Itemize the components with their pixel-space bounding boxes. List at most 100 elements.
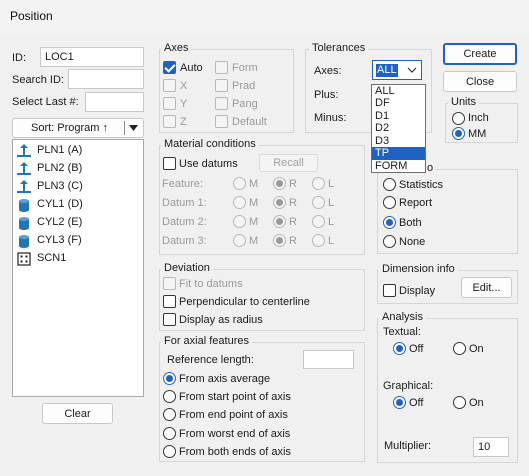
inch-label: Inch [468,112,489,124]
m-label: M [249,178,259,190]
datum2-m-radio[interactable] [233,215,246,228]
worst-end-radio[interactable] [163,427,176,440]
l-label: L [328,235,335,247]
end-point-label: From end point of axis [179,409,288,421]
datum3-r-radio[interactable] [273,234,286,247]
both-label: Both [399,217,422,229]
none-radio[interactable] [383,235,396,248]
prad-label: Prad [232,80,256,92]
datum3-l-radio[interactable] [312,234,325,247]
mm-radio[interactable] [452,127,465,140]
plane-icon [17,144,31,157]
display-radius-label: Display as radius [179,314,263,326]
multiplier-label: Multiplier: [384,440,432,452]
graphical-label: Graphical: [383,380,434,392]
y-checkbox[interactable] [163,97,176,110]
axes-group-title: Axes [161,42,192,55]
datum2-r-radio[interactable] [273,215,286,228]
perpendicular-checkbox[interactable] [163,295,176,308]
textual-off-radio[interactable] [393,342,406,355]
start-point-label: From start point of axis [179,391,291,403]
textual-label: Textual: [383,326,421,338]
sort-divider [124,121,125,135]
multiplier-field[interactable]: 10 [473,437,509,457]
end-point-radio[interactable] [163,408,176,421]
recall-button[interactable]: Recall [259,154,318,172]
l-label: L [328,197,335,209]
deviation-group-title: Deviation [161,262,213,275]
datum1-l-radio[interactable] [312,196,325,209]
dropdown-option-selected[interactable]: TP [372,147,425,160]
chevron-down-icon[interactable] [405,64,419,77]
worst-end-label: From worst end of axis [179,428,291,440]
display-radius-checkbox[interactable] [163,313,176,326]
use-datums-checkbox[interactable] [163,157,176,170]
mm-label: MM [468,128,487,140]
edit-button[interactable]: Edit... [461,277,512,298]
z-checkbox[interactable] [163,115,176,128]
plus-label: Plus: [314,89,339,101]
id-label: ID: [12,52,27,64]
textual-on-radio[interactable] [453,342,466,355]
report-radio[interactable] [383,196,396,209]
both-radio[interactable] [383,216,396,229]
m-label: M [249,235,259,247]
minus-label: Minus: [314,112,347,124]
units-group-title: Units [448,96,480,109]
datum1-m-radio[interactable] [233,196,246,209]
sort-label: Sort: Program ↑ [31,122,109,134]
graphical-off-radio[interactable] [393,396,406,409]
form-checkbox[interactable] [215,61,228,74]
display-checkbox[interactable] [383,284,396,297]
dropdown-option[interactable]: D2 [372,122,425,135]
caret-down-icon[interactable] [129,125,138,131]
search-id-field[interactable] [68,69,144,89]
tol-axes-dropdown-list[interactable]: ALL DF D1 D2 D3 TP FORM [371,84,426,173]
r-label: R [289,197,297,209]
reference-length-field[interactable] [303,350,354,369]
both-ends-radio[interactable] [163,445,176,458]
use-datums-label: Use datums [179,158,238,170]
start-point-radio[interactable] [163,390,176,403]
datum1-r-radio[interactable] [273,196,286,209]
reference-length-label: Reference length: [167,354,254,366]
close-button[interactable]: Close [443,71,517,92]
feature-l-radio[interactable] [312,177,325,190]
l-label: L [328,178,335,190]
inch-radio[interactable] [452,112,465,125]
tol-axes-select[interactable]: ALL [372,60,422,80]
axial-group-title: For axial features [161,335,252,348]
x-checkbox[interactable] [163,79,176,92]
sort-button[interactable]: Sort: Program ↑ [12,118,144,138]
clear-button[interactable]: Clear [42,403,113,424]
l-label: L [328,216,335,228]
feature-m-radio[interactable] [233,177,246,190]
default-checkbox[interactable] [215,115,228,128]
axis-average-label: From axis average [179,373,271,385]
feature-row-label: Feature: [162,178,203,190]
tol-axes-label: Axes: [314,65,342,77]
prad-checkbox[interactable] [215,79,228,92]
dropdown-option[interactable]: FORM [372,160,425,173]
statistics-radio[interactable] [383,178,396,191]
graphical-on-radio[interactable] [453,396,466,409]
scan-icon [17,252,31,266]
title-bar: Position [0,0,529,33]
feature-r-radio[interactable] [273,177,286,190]
feature-list[interactable]: PLN1 (A) PLN2 (B) PLN3 (C) CYL1 (D) CYL2… [12,139,144,397]
id-field[interactable]: LOC1 [40,47,144,67]
pang-checkbox[interactable] [215,97,228,110]
fit-datums-label: Fit to datums [179,278,243,290]
datum2-l-radio[interactable] [312,215,325,228]
datum2-row-label: Datum 2: [162,216,207,228]
z-label: Z [180,116,187,128]
select-last-field[interactable] [85,92,144,112]
axis-average-radio[interactable] [163,372,176,385]
auto-checkbox[interactable] [163,61,176,74]
dropdown-option[interactable]: DF [372,97,425,110]
create-button[interactable]: Create [443,43,517,65]
datum3-m-radio[interactable] [233,234,246,247]
fit-datums-checkbox[interactable] [163,277,176,290]
dimension-info-title: Dimension info [379,263,458,276]
report-label: Report [399,197,433,209]
